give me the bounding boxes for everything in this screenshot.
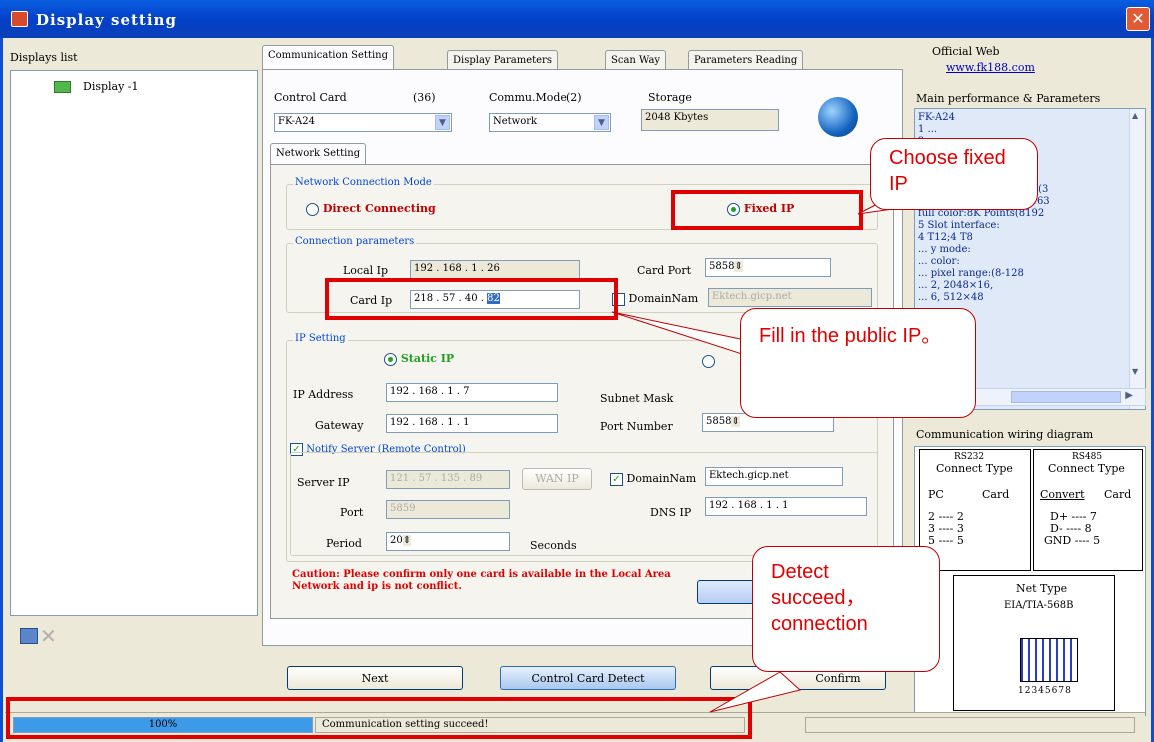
callout-public-ip: Fill in the public IP。 [740, 308, 976, 418]
callout-fixed-ip: Choose fixed IP [870, 138, 1038, 210]
callout-detect: Detect succeed， connection [752, 546, 940, 672]
callout-pointers [611, 199, 902, 713]
